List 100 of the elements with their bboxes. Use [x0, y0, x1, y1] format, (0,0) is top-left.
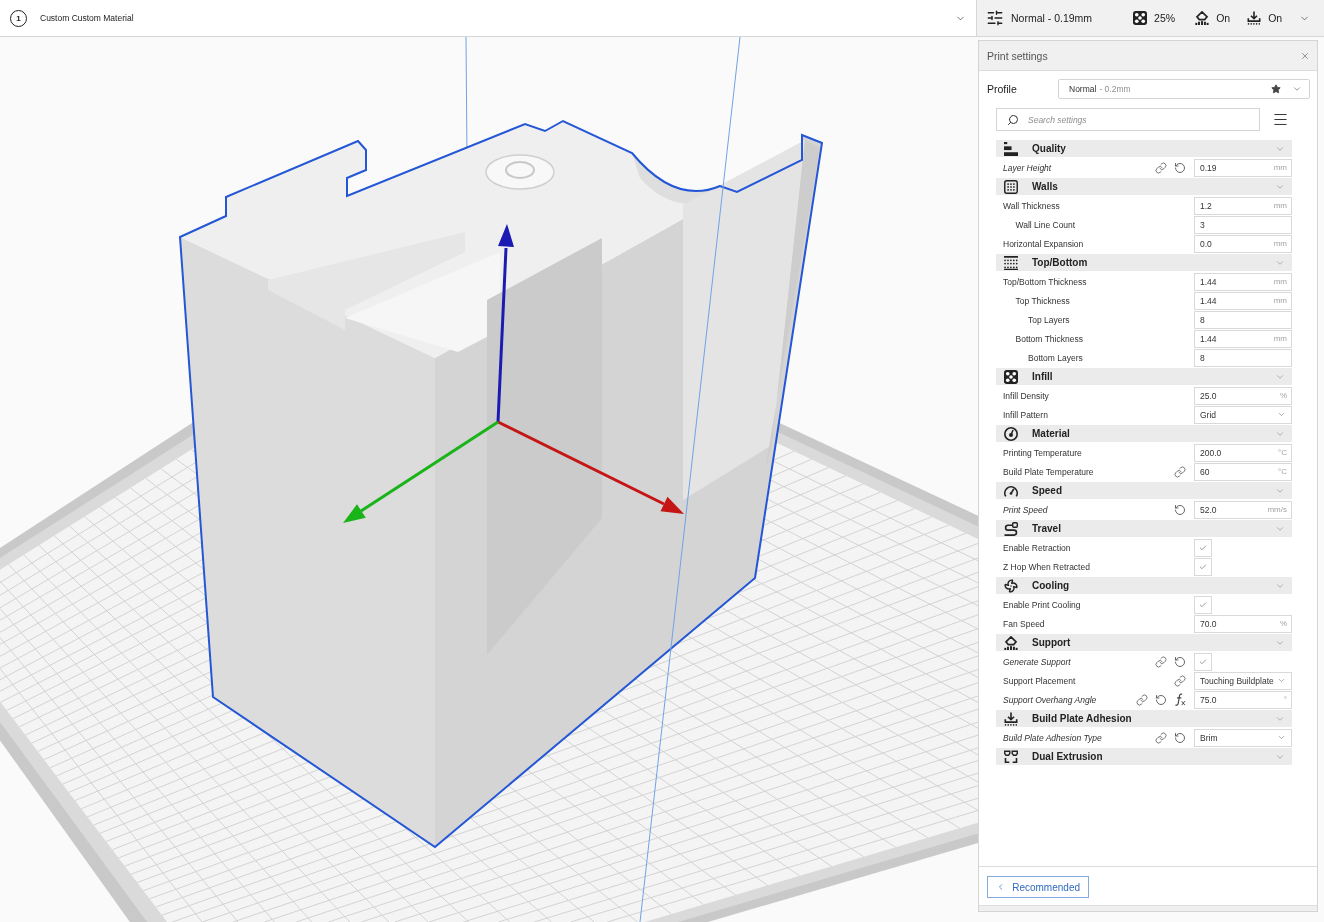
link-icon[interactable]: [1155, 161, 1167, 174]
checkbox[interactable]: [1194, 557, 1212, 576]
link-icon[interactable]: [1174, 674, 1186, 687]
setting-label: Infill Pattern: [1003, 409, 1049, 420]
infill-summary: 25%: [1154, 12, 1176, 24]
number-field[interactable]: 0.19 mm: [1194, 158, 1292, 177]
check-icon: [1199, 543, 1207, 552]
number-field[interactable]: 60 °C: [1194, 462, 1292, 481]
profile-dropdown[interactable]: Normal - 0.2mm: [1058, 79, 1310, 99]
number-field[interactable]: 75.0 °: [1194, 690, 1292, 709]
unit-label: mm: [1273, 201, 1287, 210]
close-icon[interactable]: [1300, 50, 1310, 61]
unit-label: %: [1279, 619, 1287, 628]
setting-label: Build Plate Adhesion Type: [1003, 732, 1103, 743]
setting-label: Printing Temperature: [1003, 447, 1083, 458]
dropdown[interactable]: Grid: [1194, 405, 1292, 424]
function-icon[interactable]: [1174, 693, 1186, 706]
category-header[interactable]: Infill: [996, 368, 1292, 385]
search-field[interactable]: Search settings: [996, 108, 1260, 131]
tray-arrow-icon: [1004, 711, 1018, 726]
support-summary: On: [1216, 12, 1231, 24]
print-setup-bar[interactable]: Normal - 0.19mm 25% On On: [976, 0, 1324, 36]
material-name[interactable]: Custom Custom Material: [40, 13, 955, 23]
star-icon[interactable]: [1271, 84, 1281, 94]
setting-label: Bottom Thickness: [1015, 333, 1084, 344]
nozzles-icon: [1004, 749, 1018, 764]
reset-icon[interactable]: [1174, 503, 1186, 516]
number-field[interactable]: 200.0 °C: [1194, 443, 1292, 462]
unit-label: mm/s: [1267, 505, 1287, 514]
category-header[interactable]: Support: [996, 634, 1292, 651]
chevron-down-icon[interactable]: [1277, 733, 1286, 742]
menu-icon[interactable]: [1272, 111, 1289, 128]
recommended-button[interactable]: Recommended: [987, 876, 1089, 898]
category-header[interactable]: Travel: [996, 520, 1292, 537]
checkbox[interactable]: [1194, 652, 1212, 671]
number-field[interactable]: 52.0 mm/s: [1194, 500, 1292, 519]
dial-icon: [1004, 426, 1018, 441]
setting-label: Support Overhang Angle: [1003, 694, 1098, 705]
category-header[interactable]: Dual Extrusion: [996, 748, 1292, 765]
setting-label: Horizontal Expansion: [1003, 238, 1085, 249]
chevron-down-icon[interactable]: [1277, 410, 1286, 419]
number-field[interactable]: 25.0 %: [1194, 386, 1292, 405]
number-field[interactable]: 1.44 mm: [1194, 329, 1292, 348]
reset-icon[interactable]: [1174, 655, 1186, 668]
link-icon[interactable]: [1174, 465, 1186, 478]
grid-icon: [1004, 179, 1018, 194]
number-field[interactable]: 3: [1194, 215, 1292, 234]
dropdown[interactable]: Brim: [1194, 728, 1292, 747]
unit-label: mm: [1273, 239, 1287, 248]
setting-label: Layer Height: [1003, 162, 1053, 173]
profile-detail: - 0.2mm: [1099, 84, 1132, 94]
number-field[interactable]: 1.2 mm: [1194, 196, 1292, 215]
link-icon[interactable]: [1155, 655, 1167, 668]
setting-label: Enable Retraction: [1003, 542, 1072, 553]
sliders-icon: [986, 9, 1004, 27]
unit-label: mm: [1273, 334, 1287, 343]
checker-icon: [1004, 369, 1018, 384]
category-header[interactable]: Walls: [996, 178, 1292, 195]
setting-label: Wall Thickness: [1003, 200, 1061, 211]
category-header[interactable]: Build Plate Adhesion: [996, 710, 1292, 727]
search-icon: [1007, 113, 1019, 126]
category-header[interactable]: Top/Bottom: [996, 254, 1292, 271]
unit-label: °C: [1278, 448, 1287, 457]
checkbox[interactable]: [1194, 538, 1212, 557]
setting-label: Support Placement: [1003, 675, 1077, 686]
pentagon-columns-icon: [1004, 635, 1018, 650]
number-field[interactable]: 1.44 mm: [1194, 272, 1292, 291]
category-header[interactable]: Cooling: [996, 577, 1292, 594]
unit-label: %: [1279, 391, 1287, 400]
checkbox[interactable]: [1194, 595, 1212, 614]
setting-label: Top Layers: [1028, 314, 1071, 325]
setting-label: Fan Speed: [1003, 618, 1046, 629]
chevron-down-icon[interactable]: [1292, 84, 1302, 94]
unit-label: mm: [1273, 277, 1287, 286]
number-field[interactable]: 8: [1194, 348, 1292, 367]
link-icon[interactable]: [1136, 693, 1148, 706]
chevron-down-icon[interactable]: [1277, 676, 1286, 685]
category-header[interactable]: Material: [996, 425, 1292, 442]
reset-icon[interactable]: [1174, 731, 1186, 744]
category-header[interactable]: Quality: [996, 140, 1292, 157]
gauge-icon: [1004, 483, 1018, 498]
number-field[interactable]: 1.44 mm: [1194, 291, 1292, 310]
profile-label: Profile: [987, 83, 1018, 95]
unit-label: °: [1283, 695, 1287, 704]
setting-label: Top/Bottom Thickness: [1003, 276, 1088, 287]
reset-icon[interactable]: [1174, 161, 1186, 174]
dropdown[interactable]: Touching Buildplate: [1194, 671, 1292, 690]
number-field[interactable]: 0.0 mm: [1194, 234, 1292, 253]
check-icon: [1199, 657, 1207, 666]
number-field[interactable]: 8: [1194, 310, 1292, 329]
category-header[interactable]: Speed: [996, 482, 1292, 499]
number-field[interactable]: 70.0 %: [1194, 614, 1292, 633]
link-icon[interactable]: [1155, 731, 1167, 744]
profile-summary: Normal - 0.19mm: [1011, 12, 1093, 24]
tray-arrow-icon: [1247, 11, 1262, 25]
profile-name: Normal: [1069, 84, 1097, 94]
pentagon-columns-icon: [1195, 11, 1210, 25]
reset-icon[interactable]: [1155, 693, 1167, 706]
setting-label: Top Thickness: [1015, 295, 1071, 306]
resize-handle[interactable]: [979, 905, 1317, 911]
